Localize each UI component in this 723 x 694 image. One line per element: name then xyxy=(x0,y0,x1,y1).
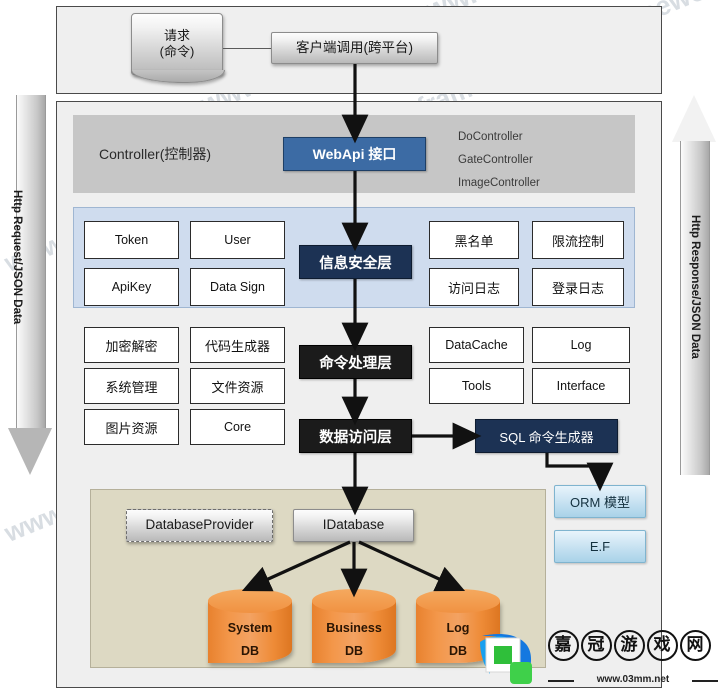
controller-band-label: Controller(控制器) xyxy=(99,146,212,162)
database-provider-label: DatabaseProvider xyxy=(145,517,254,533)
arrow-head-down xyxy=(8,428,52,475)
command-box-log: Log xyxy=(532,327,630,363)
command-box-tools-label: Tools xyxy=(461,379,492,393)
logo-mark-icon xyxy=(480,634,532,684)
controller-list-item-2: ImageController xyxy=(458,177,540,189)
command-box-fileres: 文件资源 xyxy=(190,368,285,404)
cylinder-text: Business DB xyxy=(312,617,396,663)
command-box-sysmgmt: 系统管理 xyxy=(84,368,179,404)
logo-char-3: 戏 xyxy=(647,630,678,661)
security-box-blacklist: 黑名单 xyxy=(429,221,519,259)
command-process-layer-label: 命令处理层 xyxy=(319,355,392,372)
diagram-canvas: www.cscode.net csframework.com C/S框架网 ww… xyxy=(0,0,723,694)
logo-char-0: 嘉 xyxy=(548,630,579,661)
http-response-arrow: Http Response/JSON Data xyxy=(672,95,716,475)
idatabase-box: IDatabase xyxy=(293,509,414,542)
command-box-imageres: 图片资源 xyxy=(84,409,179,445)
security-box-apikey-label: ApiKey xyxy=(111,280,152,294)
command-box-core-label: Core xyxy=(223,420,252,434)
security-layer-label: 信息安全层 xyxy=(319,255,392,272)
logo-characters: 嘉冠游戏网 xyxy=(548,630,713,661)
webapi-interface-label: WebApi 接口 xyxy=(312,146,397,162)
webapi-interface-box: WebApi 接口 xyxy=(283,137,426,171)
cylinder-top xyxy=(416,589,500,613)
logo-url: www.03mm.net xyxy=(548,674,718,685)
command-box-crypto: 加密解密 xyxy=(84,327,179,363)
command-box-datacache: DataCache xyxy=(429,327,524,363)
command-box-codegen-label: 代码生成器 xyxy=(204,338,270,354)
db-kind-system: DB xyxy=(240,644,260,658)
arrow-head-up xyxy=(672,95,716,142)
request-label-line2: (命令) xyxy=(159,44,195,59)
command-box-crypto-label: 加密解密 xyxy=(105,338,158,354)
command-box-core: Core xyxy=(190,409,285,445)
security-box-token: Token xyxy=(84,221,179,259)
client-call-box: 客户端调用(跨平台) xyxy=(271,32,438,64)
security-box-user: User xyxy=(190,221,285,259)
request-label-line1: 请求 xyxy=(163,27,190,43)
command-box-imageres-label: 图片资源 xyxy=(105,420,158,436)
logo-char-4: 网 xyxy=(680,630,711,661)
controller-list-item-1: GateController xyxy=(458,154,533,166)
security-box-apikey: ApiKey xyxy=(84,268,179,306)
command-box-sysmgmt-label: 系统管理 xyxy=(105,379,158,395)
command-process-layer-box: 命令处理层 xyxy=(299,345,412,379)
db-name-business: Business xyxy=(326,621,382,635)
security-box-accesslog-label: 访问日志 xyxy=(447,280,500,296)
cylinder-top xyxy=(208,589,292,613)
client-call-label: 客户端调用(跨平台) xyxy=(296,39,413,55)
security-box-datasign-label: Data Sign xyxy=(210,280,265,294)
http-request-label: Http Request/JSON Data xyxy=(11,190,23,325)
sql-generator-box: SQL 命令生成器 xyxy=(475,419,618,453)
security-layer-box: 信息安全层 xyxy=(299,245,412,279)
logo-char-1: 冠 xyxy=(581,630,612,661)
data-access-layer-label: 数据访问层 xyxy=(319,429,392,446)
command-box-codegen: 代码生成器 xyxy=(190,327,285,363)
orm-model-label: ORM 模型 xyxy=(570,495,630,510)
security-box-loginlog-label: 登录日志 xyxy=(551,280,604,296)
command-box-interface-label: Interface xyxy=(556,379,606,393)
data-access-layer-box: 数据访问层 xyxy=(299,419,412,453)
command-box-fileres-label: 文件资源 xyxy=(211,379,264,395)
controller-list: DoController GateController ImageControl… xyxy=(458,126,540,195)
database-provider-box: DatabaseProvider xyxy=(126,509,273,542)
database-cylinder-system: System DB xyxy=(208,589,292,665)
ef-box: E.F xyxy=(554,530,646,563)
site-logo: 嘉冠游戏网 www.03mm.net xyxy=(478,628,723,694)
security-box-token-label: Token xyxy=(114,233,149,247)
database-cylinder-business: Business DB xyxy=(312,589,396,665)
cylinder-top xyxy=(312,589,396,613)
security-box-user-label: User xyxy=(224,233,251,247)
security-box-loginlog: 登录日志 xyxy=(532,268,624,306)
db-name-system: System xyxy=(227,621,273,635)
sql-generator-label: SQL 命令生成器 xyxy=(499,429,594,445)
command-box-interface: Interface xyxy=(532,368,630,404)
security-box-ratelimit-label: 限流控制 xyxy=(551,233,604,249)
security-box-datasign: Data Sign xyxy=(190,268,285,306)
idatabase-label: IDatabase xyxy=(322,517,385,533)
request-to-client-link xyxy=(223,48,271,49)
security-box-ratelimit: 限流控制 xyxy=(532,221,624,259)
cylinder-text: System DB xyxy=(208,617,292,663)
security-box-blacklist-label: 黑名单 xyxy=(454,233,494,249)
ef-label: E.F xyxy=(589,539,611,554)
command-box-log-label: Log xyxy=(570,338,592,352)
http-response-label: Http Response/JSON Data xyxy=(689,215,701,359)
logo-char-2: 游 xyxy=(614,630,645,661)
security-box-accesslog: 访问日志 xyxy=(429,268,519,306)
controller-list-item-0: DoController xyxy=(458,131,523,143)
command-box-tools: Tools xyxy=(429,368,524,404)
http-request-arrow: Http Request/JSON Data xyxy=(8,95,52,475)
db-kind-business: DB xyxy=(344,644,364,658)
command-box-datacache-label: DataCache xyxy=(445,338,508,352)
orm-model-box: ORM 模型 xyxy=(554,485,646,518)
request-shape: 请求 (命令) xyxy=(131,13,225,83)
